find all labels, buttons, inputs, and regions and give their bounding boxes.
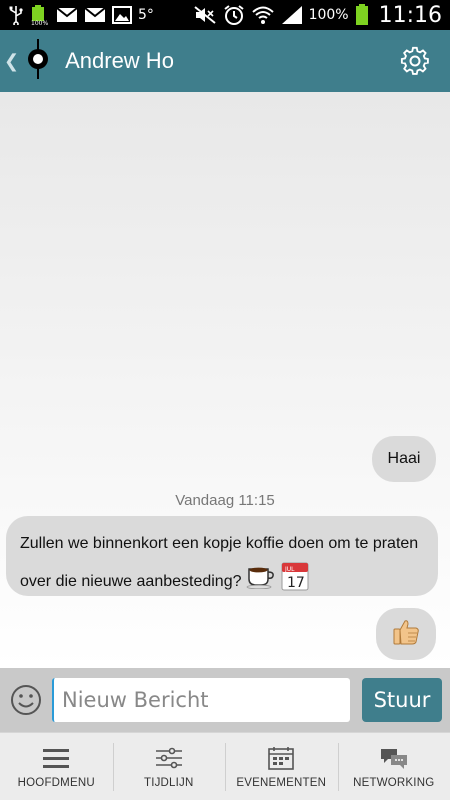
back-chevron-icon[interactable]: ❮ — [4, 51, 19, 72]
nav-item-networking[interactable]: NETWORKING — [337, 733, 450, 800]
calendar-emoji-icon: JUL 17 — [280, 560, 310, 604]
nav-item-hoofdmenu[interactable]: HOOFDMENU — [0, 733, 113, 800]
image-icon — [112, 6, 132, 24]
nav-label: EVENEMENTEN — [236, 776, 327, 789]
app-header: ❮ Andrew Ho — [0, 30, 450, 92]
message-text: Haai — [387, 450, 421, 467]
nav-item-tijdlijn[interactable]: TIJDLIJN — [112, 733, 226, 800]
alarm-icon — [223, 4, 245, 26]
bottom-navigation: HOOFDMENU TIJDLIJN EVENEMENTEN NETWORKIN… — [0, 732, 450, 800]
app-logo-icon[interactable] — [25, 38, 51, 84]
svg-text:100%: 100% — [31, 20, 48, 26]
nav-label: HOOFDMENU — [17, 776, 95, 789]
mail-icon — [56, 7, 78, 23]
nav-label: TIJDLIJN — [143, 776, 194, 789]
contact-name: Andrew Ho — [65, 48, 174, 73]
clock-time: 11:16 — [378, 2, 442, 28]
coffee-emoji-icon — [246, 563, 276, 601]
message-bubble-outgoing[interactable]: Haai — [372, 436, 436, 482]
settings-button[interactable] — [400, 46, 430, 76]
chat-bubbles-icon — [379, 745, 409, 771]
emoji-button[interactable] — [10, 684, 42, 716]
calendar-day: 17 — [287, 575, 305, 591]
battery-percent-text: 100% — [308, 7, 349, 23]
menu-icon — [42, 745, 70, 771]
usb-icon — [8, 5, 24, 25]
wifi-icon — [251, 5, 275, 25]
gear-icon — [400, 46, 429, 75]
mail-icon — [84, 7, 106, 23]
message-text: Zullen we binnenkort een kopje koffie do… — [20, 535, 419, 591]
message-composer: Stuur — [0, 668, 450, 732]
battery-small-icon: 100% — [30, 4, 50, 26]
chat-thread[interactable]: Haai Vandaag 11:15 Zullen we binnenkort … — [0, 92, 450, 668]
calendar-month: JUL — [284, 566, 295, 573]
signal-icon — [281, 5, 303, 25]
mute-icon — [193, 5, 217, 25]
message-bubble-incoming[interactable]: Zullen we binnenkort een kopje koffie do… — [6, 516, 438, 596]
nav-item-evenementen[interactable]: EVENEMENTEN — [225, 733, 338, 800]
calendar-icon — [268, 745, 295, 771]
message-bubble-outgoing[interactable] — [376, 608, 436, 660]
thumbs-up-emoji-icon — [391, 617, 421, 652]
status-bar: 100% 5° 100% 11:16 — [0, 0, 450, 30]
smiley-icon — [11, 685, 41, 715]
temperature-text: 5° — [138, 7, 154, 23]
send-button[interactable]: Stuur — [362, 678, 442, 722]
sliders-icon — [155, 745, 183, 771]
battery-icon — [355, 4, 369, 26]
message-input[interactable] — [52, 678, 350, 722]
nav-label: NETWORKING — [353, 776, 435, 789]
message-timestamp: Vandaag 11:15 — [175, 492, 275, 509]
